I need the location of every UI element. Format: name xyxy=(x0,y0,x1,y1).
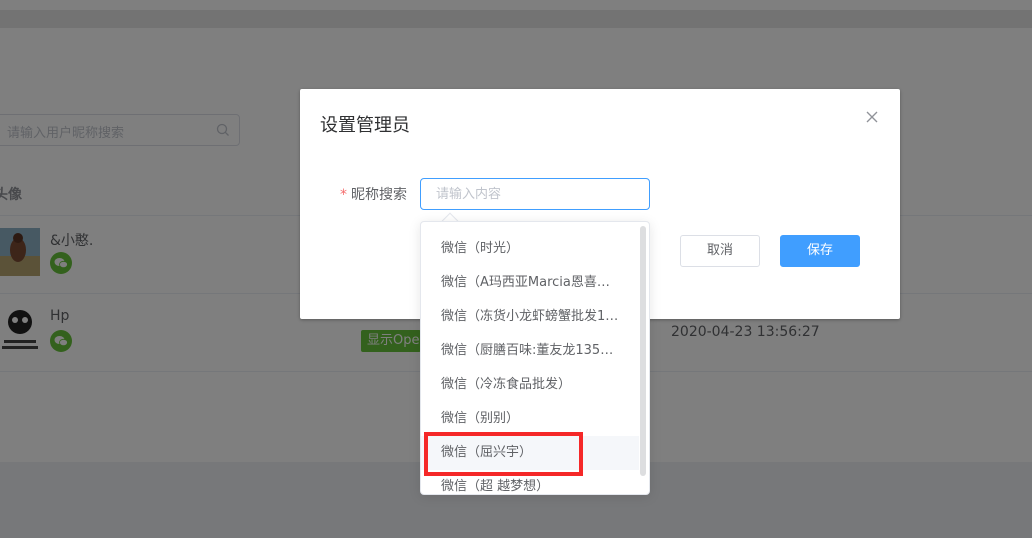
dropdown-scrollbar[interactable] xyxy=(640,226,646,476)
autocomplete-dropdown: 微信（时光） 微信（A玛西亚Marcia恩喜… 微信（冻货小龙虾螃蟹批发1… 微… xyxy=(420,221,650,495)
suggestion-item-highlighted[interactable]: 微信（屈兴宇） xyxy=(421,436,639,470)
nickname-search-label: * 昵称搜索 xyxy=(340,184,407,204)
suggestion-item[interactable]: 微信（A玛西亚Marcia恩喜… xyxy=(421,266,639,300)
suggestion-item[interactable]: 微信（别别） xyxy=(421,402,639,436)
suggestion-item[interactable]: 微信（厨膳百味:董友龙1355… xyxy=(421,334,639,368)
suggestion-list: 微信（时光） 微信（A玛西亚Marcia恩喜… 微信（冻货小龙虾螃蟹批发1… 微… xyxy=(421,232,639,494)
required-mark: * xyxy=(340,187,347,203)
suggestion-item[interactable]: 微信（冷冻食品批发） xyxy=(421,368,639,402)
cancel-button[interactable]: 取消 xyxy=(680,235,760,267)
dialog-title: 设置管理员 xyxy=(320,115,410,136)
suggestion-item[interactable]: 微信（时光） xyxy=(421,232,639,266)
suggestion-item[interactable]: 微信（超 越梦想） xyxy=(421,470,639,494)
save-button[interactable]: 保存 xyxy=(780,235,860,267)
close-icon[interactable] xyxy=(864,109,880,125)
nickname-search-input[interactable] xyxy=(420,178,650,210)
nickname-search-label-text: 昵称搜索 xyxy=(351,187,407,203)
suggestion-item[interactable]: 微信（冻货小龙虾螃蟹批发1… xyxy=(421,300,639,334)
